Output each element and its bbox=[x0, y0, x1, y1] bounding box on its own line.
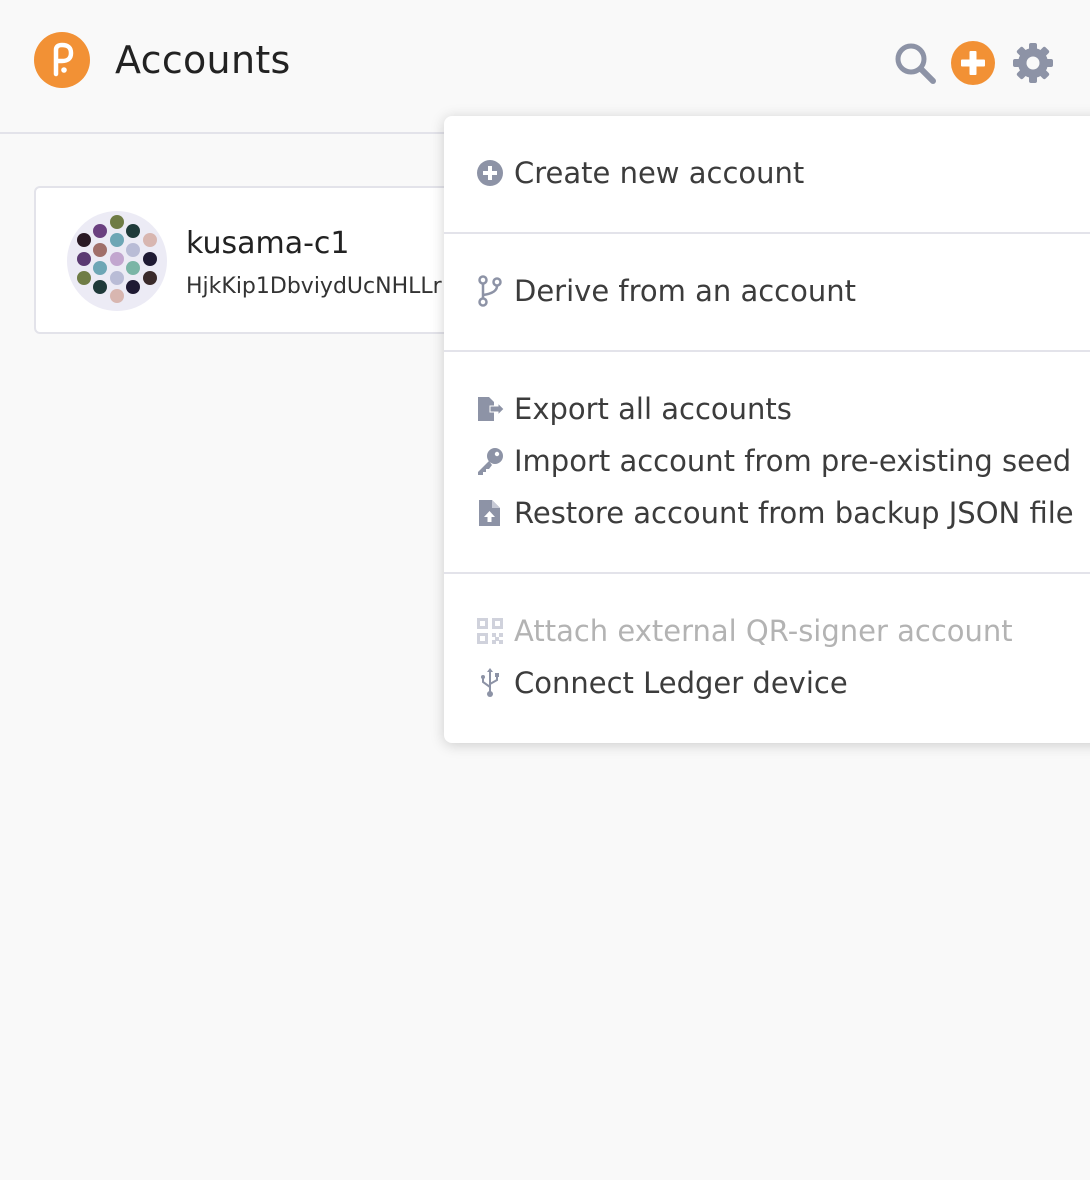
qrcode-icon bbox=[474, 615, 506, 647]
key-icon bbox=[474, 445, 506, 477]
menu-item-label: Attach external QR-signer account bbox=[514, 614, 1013, 648]
menu-item-restore-json[interactable]: Restore account from backup JSON file bbox=[474, 491, 1074, 535]
polkadot-logo-icon bbox=[34, 32, 90, 88]
file-upload-icon bbox=[474, 497, 506, 529]
gear-icon bbox=[1013, 43, 1053, 83]
menu-item-label: Import account from pre-existing seed bbox=[514, 444, 1072, 478]
menu-item-create-account[interactable]: Create new account bbox=[474, 151, 804, 195]
menu-divider bbox=[444, 232, 1090, 234]
header-bar: Accounts bbox=[0, 0, 1090, 134]
menu-item-derive-account[interactable]: Derive from an account bbox=[474, 269, 856, 313]
account-name: kusama-c1 bbox=[186, 226, 350, 261]
usb-icon bbox=[474, 667, 506, 699]
page-title: Accounts bbox=[115, 38, 291, 82]
menu-divider bbox=[444, 350, 1090, 352]
add-account-menu: Create new account Derive from an accoun… bbox=[444, 116, 1090, 743]
menu-item-label: Restore account from backup JSON file bbox=[514, 496, 1074, 530]
file-export-icon bbox=[474, 393, 506, 425]
code-branch-icon bbox=[474, 275, 506, 307]
menu-divider bbox=[444, 572, 1090, 574]
menu-item-label: Connect Ledger device bbox=[514, 666, 848, 700]
menu-item-label: Create new account bbox=[514, 156, 805, 190]
menu-item-import-seed[interactable]: Import account from pre-existing seed bbox=[474, 439, 1071, 483]
settings-button[interactable] bbox=[1010, 40, 1056, 86]
account-identicon bbox=[67, 211, 167, 311]
add-account-button[interactable] bbox=[950, 40, 996, 86]
menu-item-label: Derive from an account bbox=[514, 274, 856, 308]
plus-circle-icon bbox=[951, 41, 995, 85]
menu-item-export-accounts[interactable]: Export all accounts bbox=[474, 387, 792, 431]
search-icon bbox=[895, 43, 936, 84]
account-address: HjkKip1DbviydUcNHLLr bbox=[186, 274, 442, 299]
search-button[interactable] bbox=[892, 40, 938, 86]
menu-item-connect-ledger[interactable]: Connect Ledger device bbox=[474, 661, 848, 705]
menu-item-label: Export all accounts bbox=[514, 392, 792, 426]
plus-circle-icon bbox=[474, 157, 506, 189]
menu-item-attach-qr-signer: Attach external QR-signer account bbox=[474, 609, 1013, 653]
